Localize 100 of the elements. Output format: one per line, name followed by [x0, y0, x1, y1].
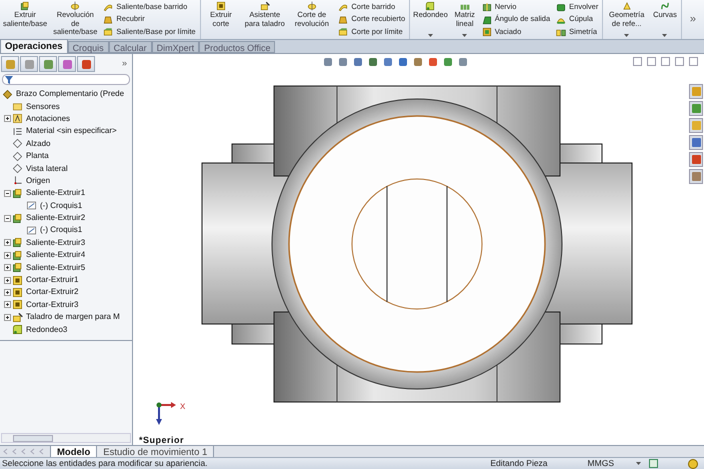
panel-tab[interactable] [77, 56, 95, 72]
tree-item[interactable]: Anotaciones [26, 112, 70, 125]
panel-icon [80, 58, 92, 70]
units-label: MMGS [588, 457, 614, 469]
task-pane-tab[interactable] [689, 118, 703, 133]
feature-icon [12, 250, 23, 261]
expand-icon[interactable] [4, 276, 10, 284]
feature-icon [12, 262, 23, 274]
expand-icon[interactable] [4, 115, 10, 122]
tree-item[interactable]: Planta [26, 150, 49, 162]
feature-icon [12, 101, 23, 112]
tree-item[interactable]: Sensores [26, 100, 60, 113]
tree-item[interactable]: Vista lateral [26, 162, 68, 175]
panel-tab[interactable] [1, 56, 19, 72]
status-message: Seleccione las entidades para modificar su apariencia. [2, 457, 208, 469]
edit-mode-label: Editando Pieza [490, 457, 548, 469]
task-pane-tab[interactable] [689, 101, 703, 116]
tree-item[interactable]: Brazo Complementario (Prede [16, 88, 124, 100]
rebuild-icon[interactable] [688, 458, 698, 468]
horizontal-scrollbar[interactable] [1, 433, 131, 443]
feature-icon [482, 2, 492, 12]
panel-tab[interactable] [58, 56, 76, 72]
command-tab[interactable]: DimXpert [152, 41, 200, 53]
tree-item[interactable]: Saliente-Extruir4 [26, 249, 86, 262]
expand-icon[interactable] [4, 288, 10, 296]
feature-icon [12, 175, 23, 186]
axis-triad-icon [155, 401, 177, 426]
tree-item[interactable]: Saliente-Extruir2 [26, 212, 86, 224]
feature-icon [12, 163, 23, 174]
document-tab[interactable]: Estudio de movimiento 1 [97, 446, 214, 457]
more-tabs-button[interactable]: » [118, 57, 131, 71]
document-tab[interactable]: Modelo [50, 446, 98, 457]
task-pane-tab[interactable] [689, 152, 703, 167]
caret-icon [462, 34, 468, 37]
tree-item[interactable]: Cortar-Extruir3 [26, 298, 78, 311]
collapse-icon[interactable] [4, 190, 10, 197]
task-pane-tab[interactable] [689, 84, 703, 99]
caret-icon [428, 34, 433, 37]
tree-item[interactable]: (-) Croquis1 [40, 224, 82, 236]
collapse-icon[interactable] [4, 214, 10, 222]
feature-icon [12, 138, 23, 150]
feature-icon [12, 188, 23, 199]
command-tab[interactable]: Operaciones [0, 39, 68, 53]
feature-icon [556, 27, 566, 37]
axis-label: X [180, 401, 186, 413]
feature-icon [12, 286, 23, 298]
expand-icon[interactable] [4, 264, 10, 272]
tree-item[interactable]: Cortar-Extruir2 [26, 286, 78, 298]
tree-item[interactable]: (-) Croquis1 [40, 200, 82, 212]
tree-item[interactable]: Saliente-Extruir3 [26, 236, 86, 249]
feature-icon [216, 1, 226, 11]
view-orientation-label: *Superior [139, 434, 184, 447]
expand-icon[interactable] [4, 252, 10, 259]
feature-icon [338, 27, 348, 37]
feature-icon [425, 1, 436, 11]
tree-item[interactable]: Taladro de margen para M [26, 311, 120, 324]
tree-item[interactable]: Material <sin especificar> [26, 125, 117, 138]
filter-field[interactable] [2, 74, 130, 85]
filter-icon [5, 76, 13, 84]
command-tab[interactable]: Productos Office [199, 41, 276, 53]
feature-icon [103, 27, 114, 37]
more-commands-button[interactable]: » [682, 15, 704, 24]
expand-icon[interactable] [4, 301, 10, 308]
feature-icon [12, 299, 23, 310]
tree-item[interactable]: Origen [26, 174, 50, 187]
feature-icon [12, 274, 23, 286]
feature-icon [12, 150, 23, 162]
feature-icon [482, 27, 492, 37]
tree-item[interactable]: Alzado [26, 138, 50, 150]
feature-icon [622, 1, 632, 11]
feature-icon [12, 237, 23, 248]
panel-icon [4, 58, 16, 70]
feature-icon [338, 14, 348, 24]
sketch-icon [26, 200, 37, 212]
feature-icon [482, 14, 492, 24]
command-tab[interactable]: Calcular [108, 41, 152, 53]
feature-icon [103, 14, 114, 24]
feature-icon [260, 1, 270, 11]
feature-icon [12, 212, 23, 224]
feature-icon [12, 126, 23, 137]
expand-icon[interactable] [4, 239, 10, 246]
panel-tab[interactable] [39, 56, 57, 72]
task-pane-tab[interactable] [689, 169, 703, 184]
tree-item[interactable]: Saliente-Extruir1 [26, 187, 86, 200]
task-pane-tab[interactable] [689, 135, 703, 150]
feature-icon [556, 2, 566, 12]
feature-icon [103, 2, 114, 12]
tree-item[interactable]: Redondeo3 [26, 324, 68, 336]
feature-icon [660, 1, 670, 11]
command-tab[interactable]: Croquis [68, 41, 109, 53]
tree-item[interactable]: Saliente-Extruir5 [26, 262, 86, 274]
help-icon[interactable] [649, 459, 658, 468]
tree-item[interactable]: Cortar-Extruir1 [26, 274, 78, 286]
feature-icon [20, 1, 30, 11]
expand-icon[interactable] [4, 314, 10, 321]
feature-icon [338, 2, 348, 12]
panel-tab[interactable] [20, 56, 38, 72]
panel-icon [62, 58, 72, 70]
feature-icon [12, 312, 23, 323]
feature-icon [306, 1, 317, 11]
